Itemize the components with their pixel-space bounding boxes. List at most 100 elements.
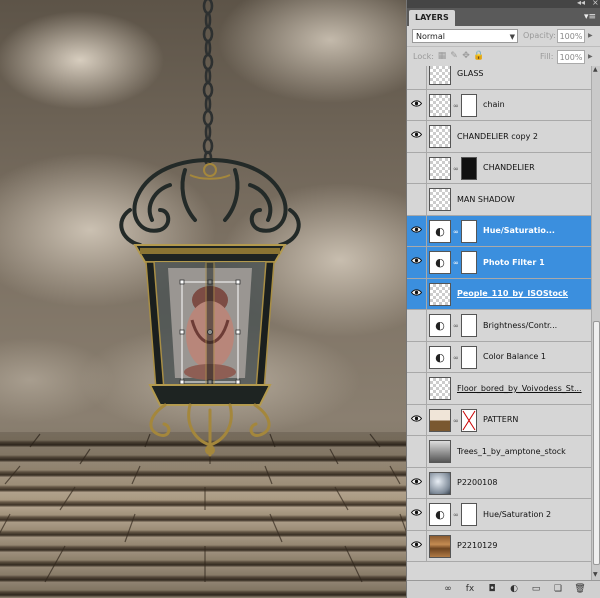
layer-row[interactable]: P2210129 (407, 530, 591, 562)
adjustment-icon: ◐ (435, 224, 445, 238)
layer-thumbnail[interactable]: ◐ (429, 314, 451, 337)
layer-name: CHANDELIER copy 2 (457, 131, 538, 141)
layer-mask-thumbnail[interactable] (461, 93, 477, 117)
layer-visibility-toggle[interactable] (407, 152, 427, 183)
layer-visibility-toggle[interactable] (407, 467, 427, 498)
layer-thumbnail[interactable]: ◐ (429, 219, 451, 243)
layer-row[interactable]: ↵◐∞Color Balance 1 (407, 341, 591, 373)
layer-thumbnail[interactable] (429, 377, 451, 400)
panel-menu-icon[interactable]: ▾≡ (584, 11, 596, 23)
add-mask-icon[interactable]: ◘ (485, 583, 499, 595)
layer-thumbnail[interactable] (429, 282, 451, 306)
mask-link-icon[interactable]: ∞ (453, 102, 459, 110)
layer-row[interactable]: CHANDELIER copy 2 (407, 121, 591, 153)
mask-link-icon[interactable]: ∞ (453, 511, 459, 519)
link-layers-icon[interactable]: ∞ (441, 583, 455, 595)
new-group-icon[interactable]: ▭ (529, 583, 543, 595)
layer-row[interactable]: P2200108 (407, 467, 591, 499)
layer-name: Trees_1_by_amptone_stock (457, 446, 566, 456)
layer-thumbnail[interactable] (429, 156, 451, 180)
mask-link-icon[interactable]: ∞ (453, 259, 459, 267)
layer-list-scrollbar[interactable]: ▲ ▼ (591, 66, 600, 580)
layer-thumbnail[interactable]: ◐ (429, 503, 451, 526)
layer-row[interactable]: ◐ ∞ Hue/Saturation 2 (407, 499, 591, 531)
layer-mask-thumbnail[interactable] (461, 408, 477, 432)
layer-thumbnail[interactable] (429, 125, 451, 148)
tab-layers[interactable]: LAYERS (409, 10, 455, 26)
eye-icon (411, 99, 422, 107)
fx-icon[interactable]: fx (463, 583, 477, 595)
layer-mask-thumbnail[interactable] (461, 503, 477, 526)
layer-visibility-toggle[interactable] (407, 121, 427, 152)
layer-visibility-toggle[interactable] (407, 89, 427, 120)
layer-row[interactable]: ↵◐∞Photo Filter 1 (407, 247, 591, 279)
lock-position-icon[interactable]: ✥ (461, 51, 471, 61)
mask-link-icon[interactable]: ∞ (453, 228, 459, 236)
layer-row[interactable]: ∞ chain (407, 89, 591, 121)
layer-row[interactable]: Floor_bored_by_Voivodess_St... (407, 373, 591, 405)
layer-visibility-toggle[interactable] (407, 373, 427, 404)
layer-visibility-toggle[interactable] (407, 436, 427, 467)
document-canvas[interactable] (0, 0, 406, 598)
scroll-down-icon[interactable]: ▼ (593, 571, 598, 578)
layer-row[interactable]: ↵MAN SHADOW (407, 184, 591, 216)
mask-link-icon[interactable]: ∞ (453, 322, 459, 330)
layer-visibility-toggle[interactable] (407, 184, 427, 215)
panel-dock-bar: ◂◂ × (407, 0, 600, 8)
opacity-slider-arrow-icon[interactable]: ▶ (588, 32, 593, 39)
layer-thumbnail[interactable] (429, 534, 451, 558)
mask-link-icon[interactable]: ∞ (453, 417, 459, 425)
scrollbar-thumb[interactable] (593, 321, 600, 565)
layer-thumbnail[interactable] (429, 93, 451, 117)
layer-mask-thumbnail[interactable] (461, 251, 477, 274)
layer-visibility-toggle[interactable] (407, 247, 427, 278)
layer-thumbnail[interactable] (429, 471, 451, 495)
layer-thumbnail[interactable] (429, 66, 451, 85)
layer-thumbnail[interactable]: ◐ (429, 345, 451, 369)
adjustment-layer-icon[interactable]: ◐ (507, 583, 521, 595)
layer-row[interactable]: ∞ PATTERN (407, 404, 591, 436)
fill-slider-arrow-icon[interactable]: ▶ (588, 53, 593, 60)
layer-visibility-toggle[interactable] (407, 215, 427, 246)
layer-list[interactable]: GLASS ∞ chain CHANDELIER copy 2 ∞ CHANDELIER ↵… (407, 66, 591, 580)
layer-row[interactable]: People_110_by_ISOStock (407, 278, 591, 310)
lock-label: Lock: (413, 52, 434, 61)
layer-visibility-toggle[interactable] (407, 404, 427, 435)
layer-visibility-toggle[interactable] (407, 278, 427, 309)
new-layer-icon[interactable]: ❏ (551, 583, 565, 595)
layer-mask-thumbnail[interactable] (461, 314, 477, 337)
mask-link-icon[interactable]: ∞ (453, 165, 459, 173)
opacity-input[interactable]: 100% (557, 29, 585, 43)
layer-mask-thumbnail[interactable] (461, 156, 477, 180)
layer-row[interactable]: ∞ CHANDELIER (407, 152, 591, 184)
lock-all-icon[interactable]: 🔒 (473, 51, 484, 61)
blend-mode-select[interactable]: Normal ▼ (412, 29, 518, 43)
layer-thumbnail[interactable] (429, 440, 451, 463)
layer-name: P2200108 (457, 478, 498, 488)
layer-thumbnail[interactable] (429, 408, 451, 432)
layer-visibility-toggle[interactable] (407, 310, 427, 341)
trash-icon[interactable]: 🗑 (573, 583, 587, 595)
blend-options-row: Normal ▼ Opacity: 100% ▶ (407, 26, 600, 47)
fill-input[interactable]: 100% (557, 50, 585, 64)
layer-row[interactable]: GLASS (407, 66, 591, 90)
layer-mask-thumbnail[interactable] (461, 345, 477, 369)
layer-visibility-toggle[interactable] (407, 499, 427, 530)
layer-row[interactable]: ↵◐∞Brightness/Contr... (407, 310, 591, 342)
layer-thumbnail[interactable]: ◐ (429, 251, 451, 274)
lantern-chandelier (119, 158, 301, 457)
layer-visibility-toggle[interactable] (407, 66, 427, 89)
layer-name: Photo Filter 1 (483, 257, 545, 267)
layer-row[interactable]: ↵◐∞Hue/Saturatio... (407, 215, 591, 247)
scroll-up-icon[interactable]: ▲ (593, 66, 598, 73)
eye-icon (411, 225, 422, 233)
layer-visibility-toggle[interactable] (407, 341, 427, 372)
layer-mask-thumbnail[interactable] (461, 219, 477, 243)
lock-transparent-icon[interactable]: ▦ (437, 51, 447, 61)
layer-row[interactable]: Trees_1_by_amptone_stock (407, 436, 591, 468)
layer-thumbnail[interactable] (429, 188, 451, 211)
mask-link-icon[interactable]: ∞ (453, 354, 459, 362)
layer-visibility-toggle[interactable] (407, 530, 427, 561)
lock-image-icon[interactable]: ✎ (449, 51, 459, 61)
panel-tab-bar: LAYERS ▾≡ (407, 8, 600, 26)
